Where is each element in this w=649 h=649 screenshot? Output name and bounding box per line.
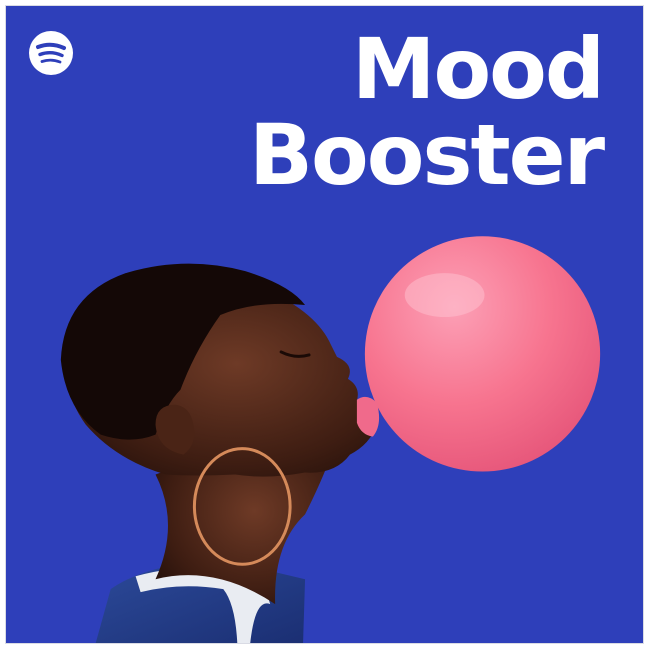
playlist-title: Mood Booster	[183, 20, 605, 204]
bubblegum-balloon	[364, 236, 601, 472]
balloon-highlight	[404, 273, 485, 318]
spotify-logo-icon	[29, 31, 73, 75]
playlist-title-line-2: Booster	[249, 106, 605, 204]
playlist-cover[interactable]: Mood Booster	[5, 5, 644, 644]
playlist-cover-frame: Mood Booster	[0, 0, 649, 649]
playlist-title-line-1: Mood	[351, 20, 605, 118]
